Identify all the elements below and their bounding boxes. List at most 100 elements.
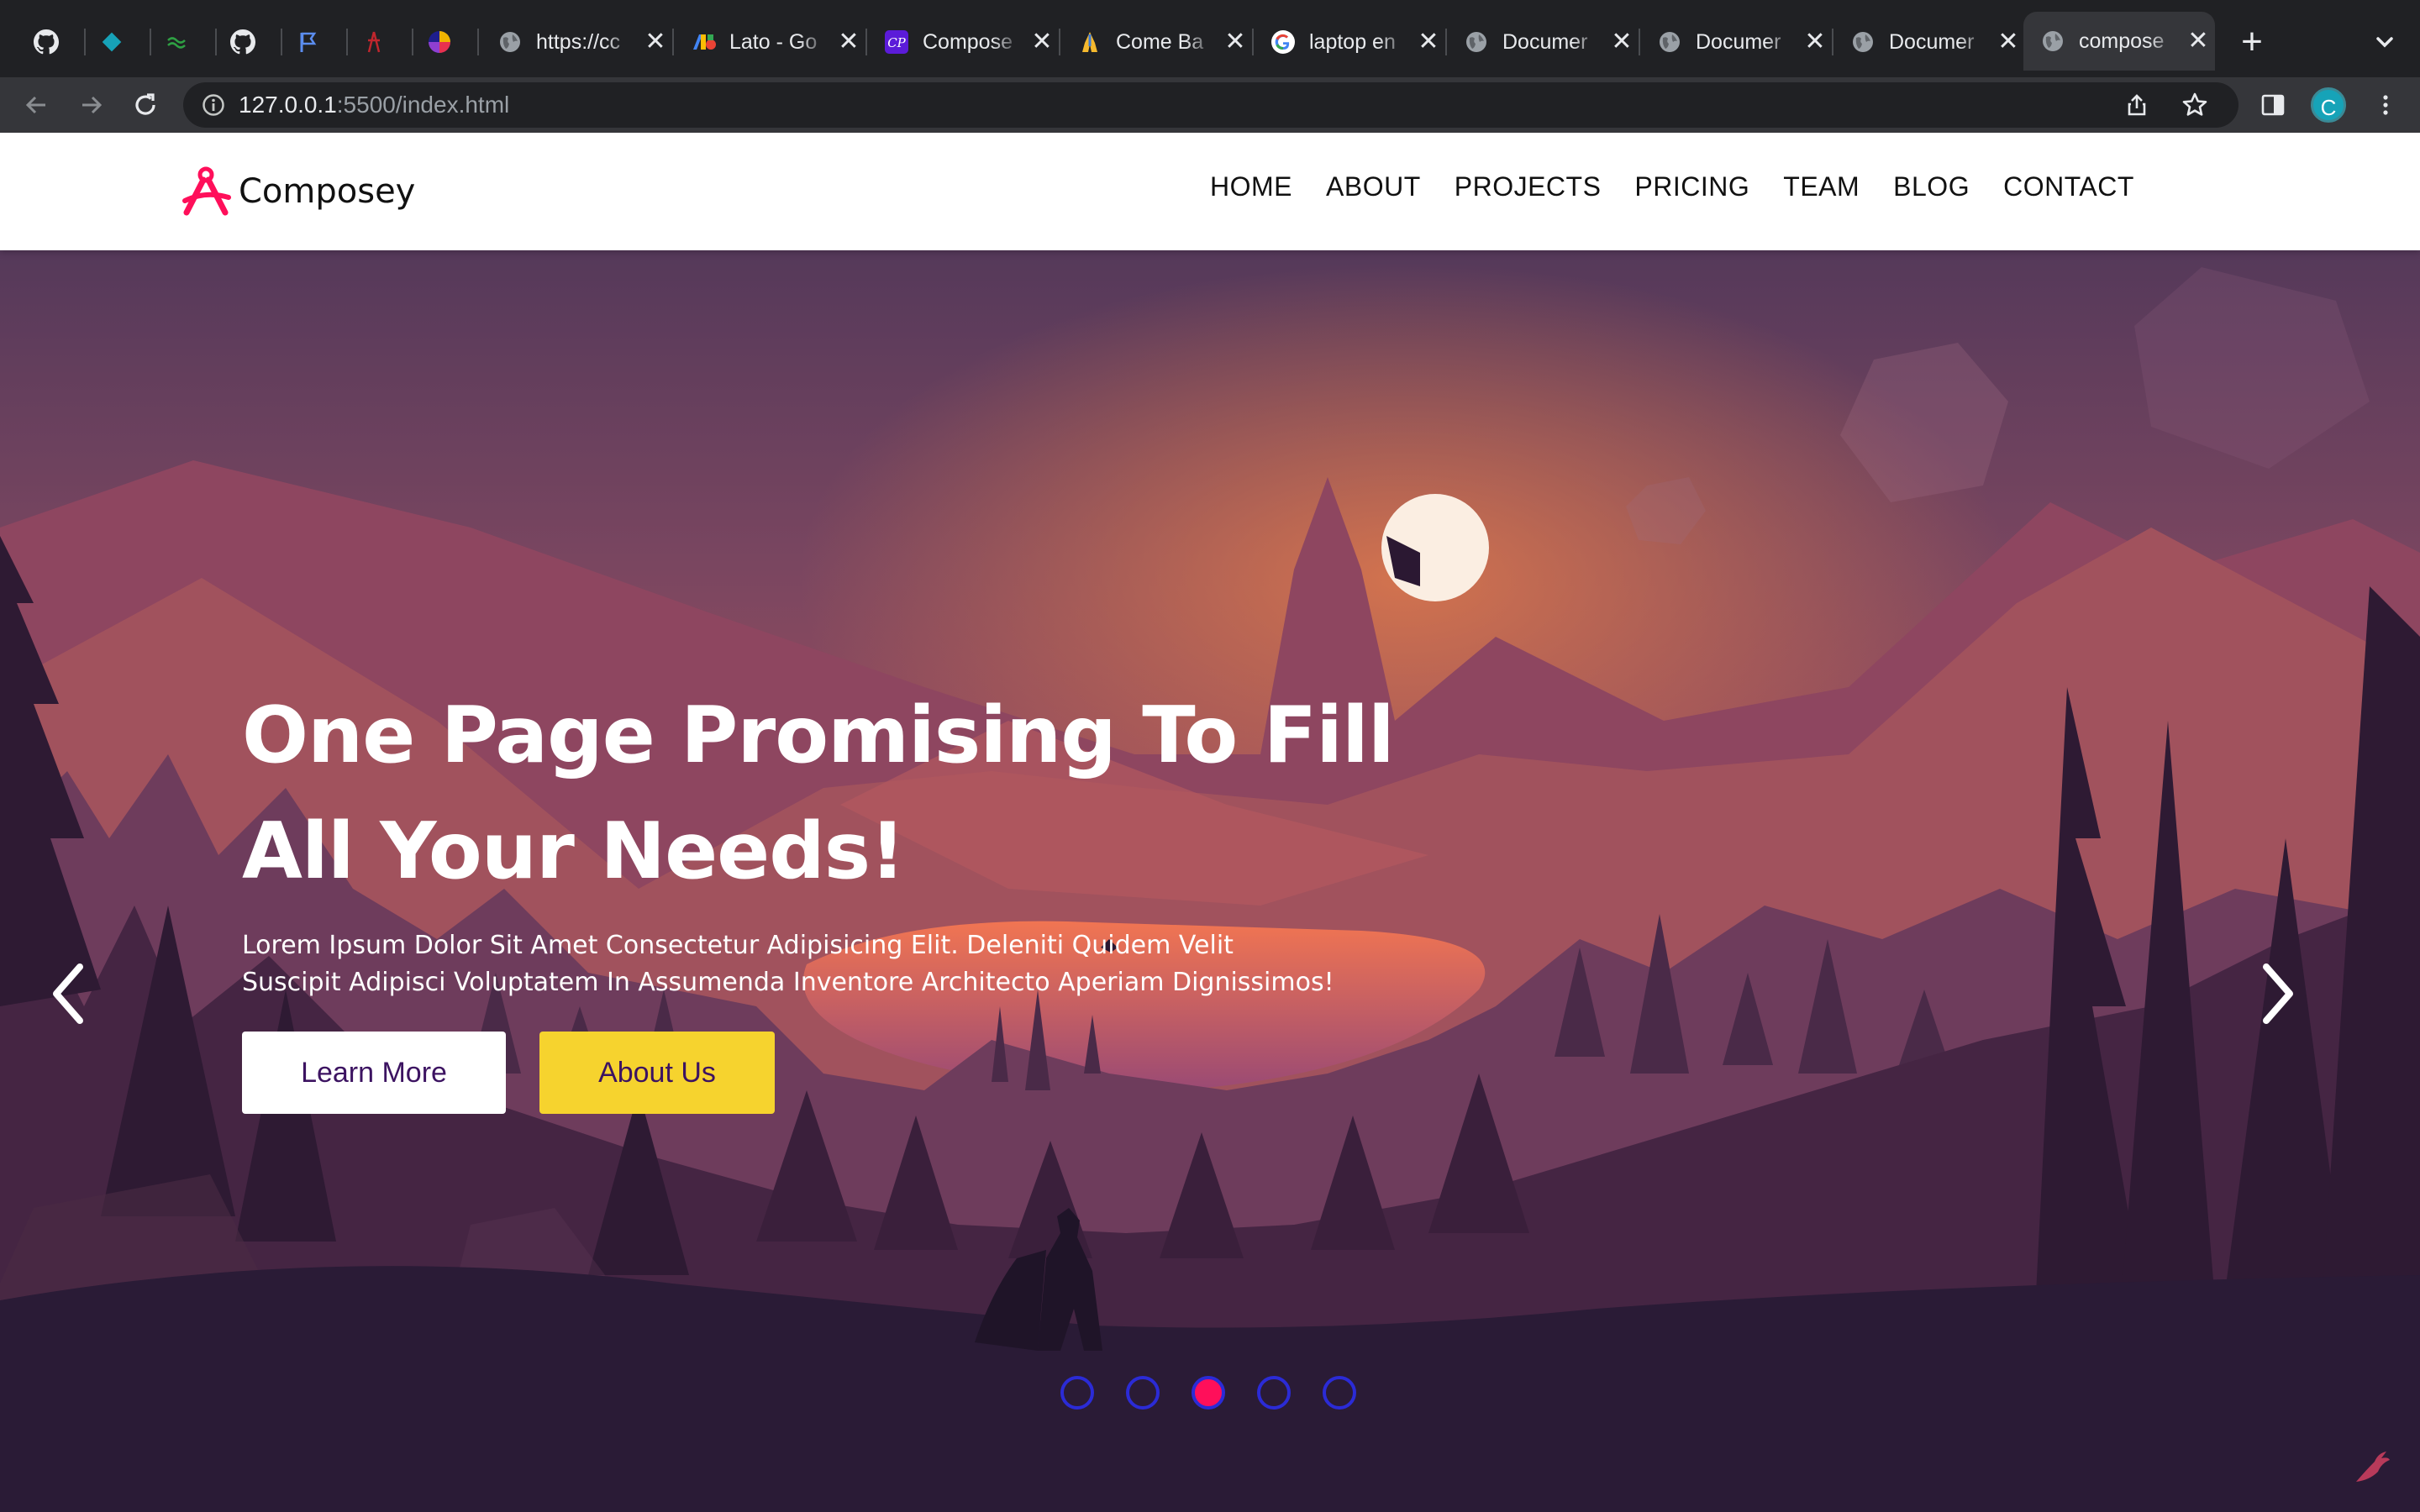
web-page: Composey HOME ABOUT PROJECTS PRICING TEA… <box>0 133 2420 1512</box>
close-icon[interactable]: ✕ <box>1222 29 1249 55</box>
globe-icon <box>497 29 523 55</box>
tab-github-2[interactable] <box>218 18 267 66</box>
tab-https[interactable]: https://cc ✕ <box>481 18 672 66</box>
tab-composey-cp[interactable]: CP Compose ✕ <box>867 18 1059 66</box>
bookmark-star-icon[interactable] <box>2181 92 2208 123</box>
nav-blog[interactable]: BLOG <box>1893 171 1970 202</box>
tab-title: https://cc <box>536 29 621 54</box>
slide-dot-4[interactable] <box>1257 1376 1291 1410</box>
tab-title: Documer <box>1889 29 1975 54</box>
tab-composey-active[interactable]: compose ✕ <box>2023 12 2215 71</box>
tab-title: Lato - Go <box>729 29 818 54</box>
bird-icon <box>2356 1452 2390 1482</box>
profile-avatar[interactable]: C <box>2311 87 2346 123</box>
tab-red-figure[interactable] <box>350 18 398 66</box>
globe-icon <box>1850 29 1876 55</box>
nav-about[interactable]: ABOUT <box>1326 171 1421 202</box>
slide-dot-1[interactable] <box>1060 1376 1094 1410</box>
close-icon[interactable]: ✕ <box>1608 29 1635 55</box>
tab-title: Documer <box>1502 29 1588 54</box>
chevron-left-icon <box>53 963 83 1024</box>
tab-lato-google-fonts[interactable]: Lato - Go ✕ <box>674 18 865 66</box>
github-icon <box>230 29 255 55</box>
url-text: 127.0.0.1:5500/index.html <box>239 92 509 118</box>
url-path: :5500/index.html <box>336 92 510 118</box>
red-figure-icon <box>361 29 387 55</box>
tab-search-chevron-icon[interactable] <box>2368 20 2402 64</box>
tab-green-link[interactable] <box>153 18 202 66</box>
tab-title: Come Ba <box>1116 29 1204 54</box>
github-icon <box>34 29 59 55</box>
slider-pagination <box>1060 1376 1388 1410</box>
slide-dot-2[interactable] <box>1126 1376 1160 1410</box>
nav-projects[interactable]: PROJECTS <box>1455 171 1602 202</box>
slide-dot-3-active[interactable] <box>1192 1376 1225 1410</box>
close-icon[interactable]: ✕ <box>1802 29 1828 55</box>
tab-title: Compose <box>923 29 1013 54</box>
url-host: 127.0.0.1 <box>239 92 337 118</box>
nav-pricing[interactable]: PRICING <box>1634 171 1749 202</box>
new-tab-button[interactable]: + <box>2235 20 2269 64</box>
address-bar[interactable]: 127.0.0.1:5500/index.html <box>183 82 2238 128</box>
tab-title: compose <box>2079 29 2165 53</box>
back-button[interactable] <box>17 86 55 124</box>
tab-document-2[interactable]: Documer ✕ <box>1640 18 1832 66</box>
info-icon[interactable] <box>202 93 225 117</box>
tab-come-back[interactable]: Come Ba ✕ <box>1060 18 1252 66</box>
prev-slide-button[interactable] <box>39 956 97 1032</box>
flag-icon <box>296 29 321 55</box>
browser-toolbar: 127.0.0.1:5500/index.html C <box>0 77 2420 133</box>
google-fonts-icon <box>691 29 716 55</box>
tab-flag[interactable] <box>284 18 333 66</box>
tab-document-1[interactable]: Documer ✕ <box>1447 18 1639 66</box>
close-icon[interactable]: ✕ <box>1028 29 1055 55</box>
compass-logo-icon <box>182 166 231 216</box>
globe-icon <box>2040 29 2065 54</box>
svg-text:CP: CP <box>887 35 906 50</box>
close-icon[interactable]: ✕ <box>642 29 669 55</box>
close-icon[interactable]: ✕ <box>835 29 862 55</box>
hero-lead-text: Lorem Ipsum Dolor Sit Amet Consectetur A… <box>242 931 1334 997</box>
reload-icon <box>135 93 155 115</box>
close-icon[interactable]: ✕ <box>2185 29 2212 54</box>
slide-dot-5[interactable] <box>1323 1376 1356 1410</box>
hero-slider: One Page Promising To Fill All Your Need… <box>0 250 2420 1512</box>
nav-contact[interactable]: CONTACT <box>2003 171 2134 202</box>
nav-team[interactable]: TEAM <box>1783 171 1860 202</box>
green-link-icon <box>165 29 190 55</box>
next-slide-button[interactable] <box>2249 956 2307 1032</box>
close-icon[interactable]: ✕ <box>1995 29 2022 55</box>
side-panel-icon <box>2261 94 2285 116</box>
forward-button[interactable] <box>72 86 111 124</box>
browser-menu-button[interactable] <box>2366 86 2405 124</box>
tab-github-1[interactable] <box>22 18 71 66</box>
color-wheel-icon <box>427 29 452 55</box>
reload-button[interactable] <box>126 86 165 124</box>
about-us-button[interactable]: About Us <box>539 1032 775 1114</box>
tab-diamond[interactable] <box>87 18 136 66</box>
tab-document-3[interactable]: Documer ✕ <box>1833 18 2025 66</box>
google-icon <box>1270 29 1296 55</box>
tab-color-wheel[interactable] <box>415 18 464 66</box>
brand-logo[interactable]: Composey <box>180 165 415 218</box>
close-icon[interactable]: ✕ <box>1415 29 1442 55</box>
main-nav: HOME ABOUT PROJECTS PRICING TEAM BLOG CO… <box>1210 171 2168 202</box>
hero-headline-line-2: All Your Needs! <box>242 806 906 896</box>
nav-home[interactable]: HOME <box>1210 171 1292 202</box>
tab-title: laptop en <box>1309 29 1396 54</box>
chevron-right-icon <box>2263 963 2293 1024</box>
kebab-menu-icon <box>2383 95 2388 115</box>
brand-name: Composey <box>239 172 416 211</box>
pray-icon <box>1077 29 1102 55</box>
cp-icon: CP <box>884 29 909 55</box>
forward-arrow-icon <box>82 96 103 114</box>
tab-laptop-search[interactable]: laptop en ✕ <box>1254 18 1445 66</box>
side-panel-button[interactable] <box>2254 86 2292 124</box>
diamond-icon <box>99 29 124 55</box>
learn-more-button[interactable]: Learn More <box>242 1032 506 1114</box>
back-arrow-icon <box>25 96 45 114</box>
hero-headline: One Page Promising To Fill All Your Need… <box>242 677 1402 909</box>
share-icon[interactable] <box>2124 92 2149 122</box>
globe-icon <box>1657 29 1682 55</box>
globe-icon <box>1464 29 1489 55</box>
